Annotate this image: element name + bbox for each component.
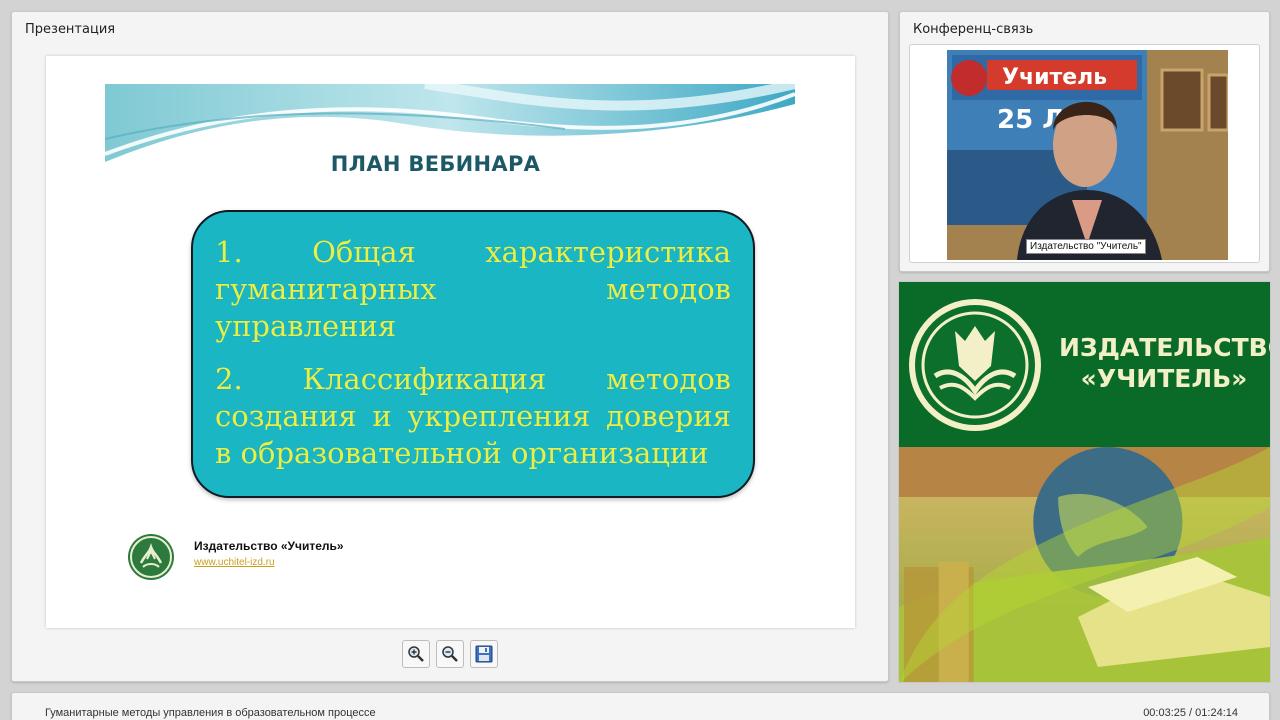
webinar-plan-box: 1. Общая характеристика гуманитарных мет… [191,210,755,498]
slide-footer-url[interactable]: www.uchitel-izd.ru [194,557,275,568]
plan-item: 2. Классификация методов создания и укре… [215,362,731,470]
publisher-logo-icon [128,534,174,580]
slide-footer-publisher: Издательство «Учитель» [194,539,344,553]
video-feed[interactable]: Учитель 25 ЛЕТ Издательство "Учитель" [909,44,1260,263]
ad-line-1: ИЗДАТЕЛЬСТВО [1059,333,1271,362]
presentation-panel-title: Презентация [25,22,116,37]
zoom-out-icon [442,646,458,662]
save-button[interactable] [470,640,498,668]
status-bar: Гуманитарные методы управления в образов… [11,692,1270,720]
presentation-panel: Презентация ПЛАН ВЕБИНАРА 1. Общая харак… [11,11,889,682]
presentation-slide: ПЛАН ВЕБИНАРА 1. Общая характеристика гу… [46,56,855,628]
zoom-in-button[interactable] [402,640,430,668]
speaker-caption: Издательство "Учитель" [1026,239,1146,254]
conference-panel: Конференц-связь Учитель 25 ЛЕТ Издательс… [899,11,1270,272]
conference-panel-title: Конференц-связь [913,22,1034,37]
zoom-in-icon [408,646,424,662]
slide-heading: ПЛАН ВЕБИНАРА [330,152,541,176]
publisher-logo-icon [909,299,1041,431]
books-globe-image [899,447,1270,682]
zoom-out-button[interactable] [436,640,464,668]
ad-header: ИЗДАТЕЛЬСТВО «УЧИТЕЛЬ» [899,282,1270,447]
ad-line-2: «УЧИТЕЛЬ» [1080,364,1248,393]
ad-publisher-name: ИЗДАТЕЛЬСТВО «УЧИТЕЛЬ» [1059,332,1271,394]
plan-item: 1. Общая характеристика гуманитарных мет… [215,235,731,343]
svg-text:Учитель: Учитель [1002,65,1107,90]
webinar-title: Гуманитарные методы управления в образов… [45,707,376,719]
floppy-disk-icon [475,645,493,663]
playback-time: 00:03:25 / 01:24:14 [1143,707,1238,719]
speaker-video-frame: Учитель 25 ЛЕТ [947,50,1228,260]
publisher-ad-banner[interactable]: ИЗДАТЕЛЬСТВО «УЧИТЕЛЬ» [898,281,1271,683]
speaker-video: Учитель 25 ЛЕТ Издательство "Учитель" [947,50,1228,260]
